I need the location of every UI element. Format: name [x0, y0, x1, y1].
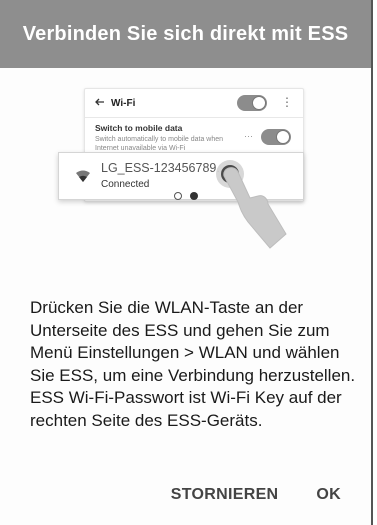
mobile-data-toggle	[261, 129, 291, 145]
hand-pointer-icon	[190, 152, 300, 257]
wifi-settings-illustration: Wi-Fi ⋮ Switch to mobile data Switch aut…	[0, 68, 371, 288]
divider	[85, 117, 303, 118]
dialog-message: Drücken Sie die WLAN-Taste an der Unters…	[30, 298, 356, 430]
page-dot-1[interactable]	[173, 192, 182, 200]
dialog-title-bar: Verbinden Sie sich direkt mit ESS	[0, 0, 371, 68]
network-status: Connected	[101, 179, 150, 190]
dialog-actions: STORNIEREN OK	[171, 486, 341, 504]
ess-connect-dialog: Verbinden Sie sich direkt mit ESS Wi-Fi …	[0, 0, 373, 525]
cancel-button[interactable]: STORNIEREN	[171, 486, 279, 504]
mobile-data-title: Switch to mobile data	[95, 123, 183, 133]
page-indicator	[0, 192, 371, 200]
wifi-header: Wi-Fi	[95, 97, 135, 110]
dialog-title: Verbinden Sie sich direkt mit ESS	[22, 22, 349, 45]
wifi-toggle	[237, 95, 267, 111]
page-dot-2[interactable]	[189, 192, 198, 200]
wifi-title: Wi-Fi	[111, 98, 136, 109]
ok-button[interactable]: OK	[316, 486, 341, 504]
more-vert-icon: ⋮	[281, 95, 293, 109]
back-arrow-icon	[95, 97, 105, 110]
mobile-data-description: Switch automatically to mobile data when…	[95, 136, 224, 152]
wifi-icon	[75, 169, 91, 188]
more-horiz-icon: ⋯	[244, 131, 253, 141]
